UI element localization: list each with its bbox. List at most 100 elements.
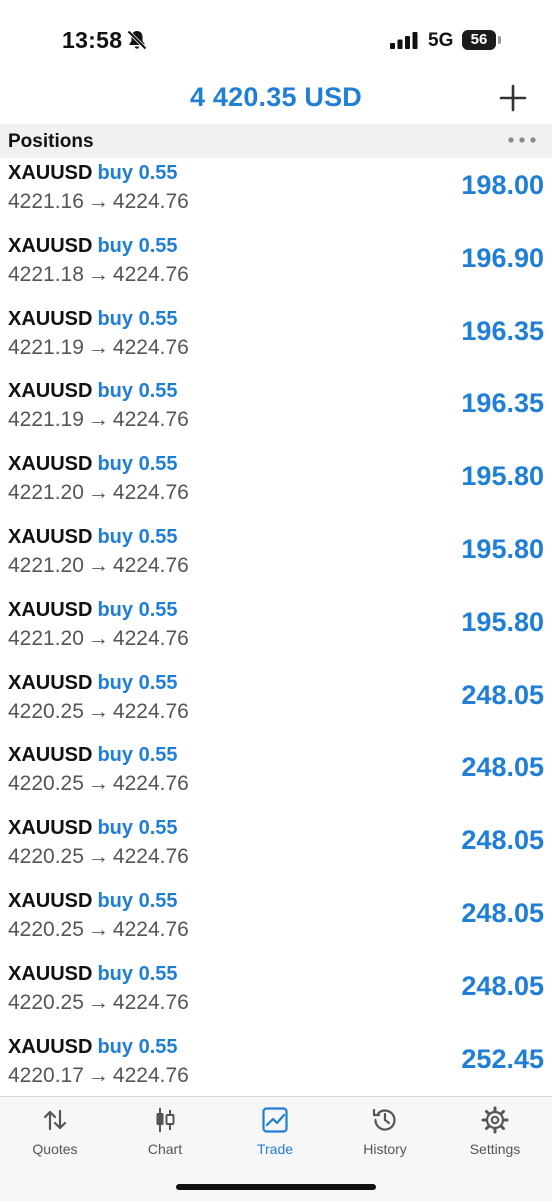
open-price: 4221.16: [8, 190, 84, 213]
position-side: buy 0.55: [97, 234, 178, 257]
position-profit: 198.00: [461, 170, 544, 200]
position-title: XAUUSD buy 0.55: [8, 599, 178, 622]
tab-quotes[interactable]: Quotes: [0, 1105, 110, 1165]
open-price: 4221.19: [8, 408, 84, 432]
position-row[interactable]: XAUUSD buy 0.55 4221.20 → 4224.76 195.80: [0, 524, 552, 597]
gear-icon: [481, 1106, 509, 1134]
arrow-right-icon: →: [87, 917, 109, 941]
position-profit: 248.05: [461, 970, 544, 1001]
arrow-right-icon: →: [87, 990, 109, 1014]
arrow-right-icon: →: [87, 262, 109, 286]
position-row[interactable]: XAUUSD buy 0.55 4220.25 → 4224.76 248.05: [0, 961, 552, 1034]
arrow-right-icon: →: [87, 845, 109, 869]
battery-indicator: 56: [462, 30, 496, 50]
position-title: XAUUSD buy 0.55: [8, 162, 178, 185]
open-price: 4220.25: [8, 772, 84, 796]
position-prices: 4221.19 → 4224.76: [8, 336, 189, 360]
arrow-right-icon: →: [87, 699, 109, 723]
tab-history[interactable]: History: [330, 1105, 440, 1165]
position-row[interactable]: XAUUSD buy 0.55 4221.16 → 4224.76 198.00: [0, 160, 552, 233]
open-price: 4220.17: [8, 1063, 84, 1087]
tab-label: Settings: [469, 1141, 521, 1157]
position-symbol: XAUUSD: [8, 525, 93, 548]
open-price: 4221.20: [8, 626, 84, 650]
position-row[interactable]: XAUUSD buy 0.55 4221.18 → 4224.76 196.90: [0, 233, 552, 306]
open-price: 4221.20: [8, 481, 84, 505]
position-row[interactable]: XAUUSD buy 0.55 4220.25 → 4224.76 248.05: [0, 670, 552, 743]
position-row[interactable]: XAUUSD buy 0.55 4220.25 → 4224.76 248.05: [0, 742, 552, 815]
tab-label: Trade: [256, 1141, 294, 1157]
position-row[interactable]: XAUUSD buy 0.55 4221.19 → 4224.76 196.35: [0, 306, 552, 379]
position-prices: 4220.25 → 4224.76: [8, 918, 189, 942]
position-prices: 4221.16 → 4224.76: [8, 190, 189, 214]
position-title: XAUUSD buy 0.55: [8, 817, 178, 840]
open-price: 4221.18: [8, 262, 84, 286]
position-symbol: XAUUSD: [8, 962, 93, 985]
position-title: XAUUSD buy 0.55: [8, 963, 178, 986]
position-symbol: XAUUSD: [8, 889, 93, 912]
tab-settings[interactable]: Settings: [440, 1105, 550, 1165]
position-profit: 196.35: [461, 388, 544, 419]
open-price: 4220.25: [8, 917, 84, 941]
position-row[interactable]: XAUUSD buy 0.55 4221.19 → 4224.76 196.35: [0, 378, 552, 451]
network-label: 5G: [428, 30, 454, 51]
position-row[interactable]: XAUUSD buy 0.55 4221.20 → 4224.76 195.80: [0, 451, 552, 524]
position-prices: 4221.20 → 4224.76: [8, 481, 189, 505]
tab-label: Chart: [147, 1141, 183, 1157]
tab-chart[interactable]: Chart: [110, 1105, 220, 1165]
current-price: 4224.76: [112, 262, 189, 286]
tab-trade[interactable]: Trade: [220, 1105, 330, 1165]
ellipsis-icon[interactable]: [506, 130, 538, 150]
position-symbol: XAUUSD: [8, 234, 93, 257]
position-title: XAUUSD buy 0.55: [8, 1036, 178, 1059]
arrow-right-icon: →: [87, 408, 109, 432]
arrow-right-icon: →: [87, 335, 109, 359]
current-price: 4224.76: [112, 772, 189, 796]
arrow-right-icon: →: [87, 190, 109, 213]
position-side: buy 0.55: [97, 380, 178, 403]
current-price: 4224.76: [112, 553, 189, 577]
current-price: 4224.76: [112, 990, 189, 1014]
open-price: 4220.25: [8, 845, 84, 869]
position-prices: 4221.18 → 4224.76: [8, 263, 189, 287]
arrow-right-icon: →: [87, 553, 109, 577]
status-time: 13:58: [62, 27, 123, 53]
plus-icon[interactable]: [495, 80, 531, 116]
position-symbol: XAUUSD: [8, 307, 93, 330]
position-symbol: XAUUSD: [8, 453, 93, 476]
candlestick-icon: [156, 1108, 175, 1132]
arrow-right-icon: →: [87, 481, 109, 505]
position-row[interactable]: XAUUSD buy 0.55 4220.25 → 4224.76 248.05: [0, 815, 552, 888]
current-price: 4224.76: [112, 481, 189, 505]
position-profit: 195.80: [461, 461, 544, 492]
position-row[interactable]: XAUUSD buy 0.55 4221.20 → 4224.76 195.80: [0, 597, 552, 670]
position-side: buy 0.55: [97, 962, 178, 985]
position-side: buy 0.55: [97, 744, 178, 767]
position-title: XAUUSD buy 0.55: [8, 235, 178, 258]
position-title: XAUUSD buy 0.55: [8, 890, 178, 913]
position-side: buy 0.55: [97, 817, 178, 840]
position-row[interactable]: XAUUSD buy 0.55 4220.25 → 4224.76 248.05: [0, 888, 552, 961]
position-prices: 4221.20 → 4224.76: [8, 627, 189, 651]
position-prices: 4220.25 → 4224.76: [8, 772, 189, 796]
position-profit: 248.05: [461, 825, 544, 856]
home-indicator: [176, 1184, 376, 1190]
open-price: 4220.25: [8, 699, 84, 723]
position-symbol: XAUUSD: [8, 671, 93, 694]
position-profit: 195.80: [461, 533, 544, 564]
position-profit: 248.05: [461, 897, 544, 928]
position-profit: 195.80: [461, 606, 544, 637]
status-bar: 13:58 5G 56: [0, 0, 552, 80]
position-side: buy 0.55: [97, 162, 178, 184]
position-title: XAUUSD buy 0.55: [8, 744, 178, 767]
arrow-right-icon: →: [87, 626, 109, 650]
current-price: 4224.76: [112, 1063, 189, 1087]
position-side: buy 0.55: [97, 598, 178, 621]
position-profit: 248.05: [461, 679, 544, 710]
position-prices: 4221.20 → 4224.76: [8, 554, 189, 578]
current-price: 4224.76: [112, 626, 189, 650]
header: 4 420.35 USD: [0, 76, 552, 122]
signal-icon: [390, 32, 418, 49]
position-side: buy 0.55: [97, 671, 178, 694]
open-price: 4221.20: [8, 553, 84, 577]
